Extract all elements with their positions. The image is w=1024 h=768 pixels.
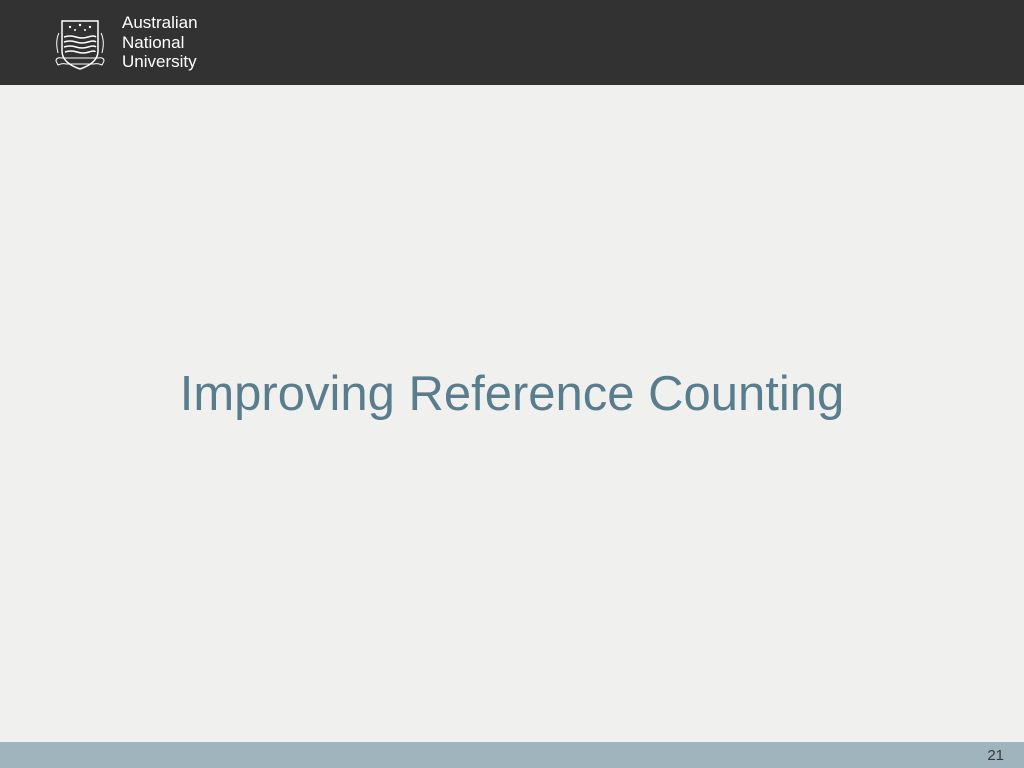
slide-body: Improving Reference Counting (0, 85, 1024, 742)
slide-header: Australian National University (0, 0, 1024, 85)
institution-name: Australian National University (122, 13, 198, 72)
page-number: 21 (987, 747, 1004, 764)
slide-footer: 21 (0, 742, 1024, 768)
institution-logo: Australian National University (50, 13, 198, 73)
crest-icon (50, 13, 110, 73)
institution-line2: National (122, 33, 198, 53)
institution-line1: Australian (122, 13, 198, 33)
institution-line3: University (122, 52, 198, 72)
slide-title: Improving Reference Counting (180, 366, 845, 422)
